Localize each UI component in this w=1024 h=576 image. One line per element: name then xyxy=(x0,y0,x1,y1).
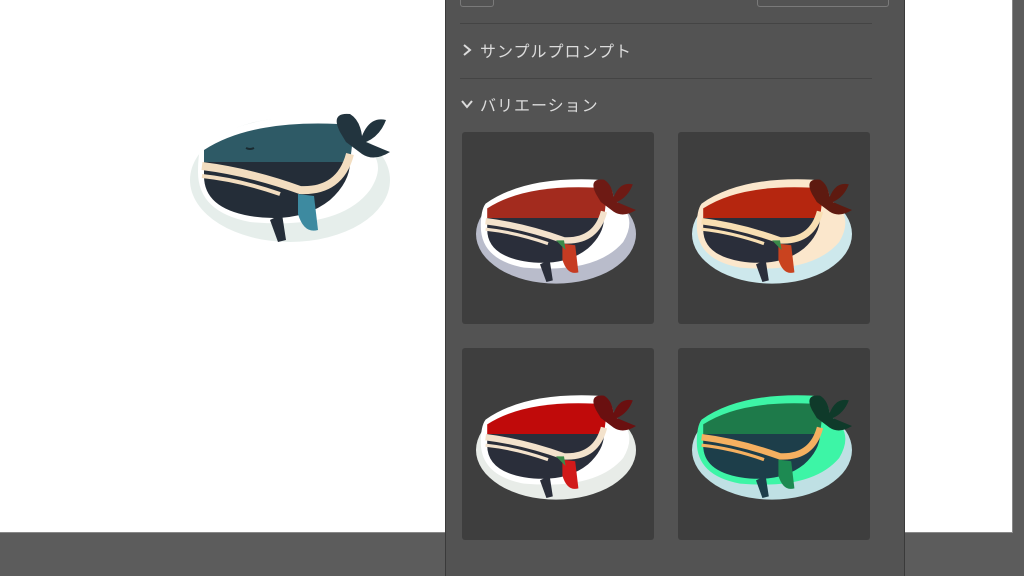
divider xyxy=(460,78,872,79)
section-label-variations: バリエーション xyxy=(480,96,599,115)
section-sample-prompts[interactable]: サンプルプロンプト xyxy=(460,38,632,62)
panel-top-button-left[interactable] xyxy=(460,0,494,7)
whale-illustration-icon[interactable] xyxy=(190,102,400,252)
variation-tile-1[interactable] xyxy=(462,132,654,324)
whale-variation-1-icon xyxy=(476,179,636,284)
whale-variation-2-icon xyxy=(692,179,852,284)
chevron-right-icon xyxy=(460,43,474,57)
divider xyxy=(460,23,872,24)
section-variations[interactable]: バリエーション xyxy=(460,92,599,116)
whale-variation-4-icon xyxy=(692,395,852,500)
variation-tile-4[interactable] xyxy=(678,348,870,540)
ai-generation-panel: サンプルプロンプト バリエーション xyxy=(445,0,905,576)
whale-variation-3-icon xyxy=(476,395,636,500)
variation-tile-3[interactable] xyxy=(462,348,654,540)
variation-tile-2[interactable] xyxy=(678,132,870,324)
panel-top-button-right[interactable] xyxy=(757,0,889,7)
chevron-down-icon xyxy=(460,97,474,111)
section-label-sample-prompts: サンプルプロンプト xyxy=(480,42,633,61)
